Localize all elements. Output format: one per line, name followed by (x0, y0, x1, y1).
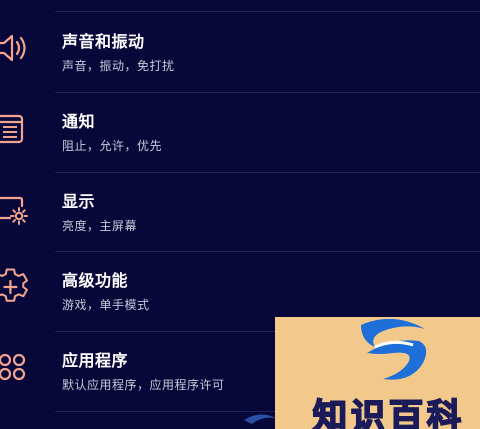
settings-item-subtitle: 声音，振动，免打扰 (62, 59, 175, 73)
settings-item-sound[interactable]: 声音和振动 声音，振动，免打扰 (0, 14, 480, 92)
divider (55, 11, 480, 12)
settings-item-title: 显示 (62, 192, 96, 211)
partial-logo-icon (244, 414, 276, 424)
notification-list-icon (0, 108, 32, 148)
settings-item-subtitle: 游戏，单手模式 (62, 298, 150, 312)
watermark-logo-icon (361, 318, 427, 380)
apps-grid-icon (0, 347, 32, 387)
advanced-features-icon (0, 267, 32, 307)
settings-item-title: 通知 (62, 112, 96, 131)
settings-item-notifications[interactable]: 通知 阻止，允许，优先 (0, 94, 480, 172)
settings-screen: 声音和振动 声音，振动，免打扰 通知 阻止，允许，优先 显示 亮度，主屏幕 高级… (0, 0, 480, 429)
divider (55, 251, 480, 252)
speaker-icon (0, 28, 32, 68)
divider (55, 172, 480, 173)
settings-item-subtitle: 亮度，主屏幕 (62, 219, 138, 233)
display-settings-icon (0, 188, 32, 228)
settings-item-display[interactable]: 显示 亮度，主屏幕 (0, 174, 480, 252)
settings-item-title: 应用程序 (62, 351, 129, 370)
settings-item-title: 声音和振动 (62, 32, 145, 51)
watermark-text: 知识百科 (312, 396, 465, 429)
divider (55, 92, 480, 93)
settings-item-subtitle: 阻止，允许，优先 (62, 139, 163, 153)
settings-item-subtitle: 默认应用程序，应用程序许可 (62, 378, 225, 392)
settings-item-title: 高级功能 (62, 271, 129, 290)
watermark: 知识百科 (275, 317, 480, 429)
